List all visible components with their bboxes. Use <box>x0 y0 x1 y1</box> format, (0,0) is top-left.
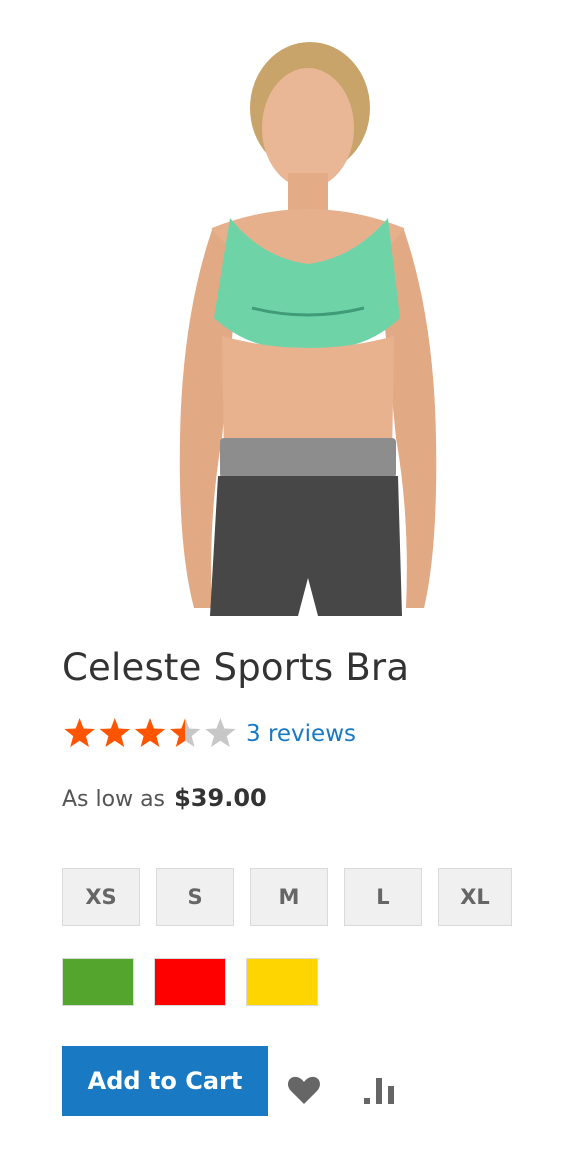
star-icon <box>134 718 166 747</box>
heart-icon[interactable] <box>286 1072 322 1108</box>
size-option-xs[interactable]: XS <box>62 868 140 926</box>
star-icon <box>205 718 236 747</box>
size-option-s[interactable]: S <box>156 868 234 926</box>
color-swatch-red[interactable] <box>154 958 226 1006</box>
price-value: $39.00 <box>174 784 267 812</box>
reviews-link[interactable]: 3 reviews <box>246 721 356 747</box>
star-icon <box>64 718 95 747</box>
rating-stars <box>62 716 238 752</box>
star-icon <box>169 718 201 747</box>
size-option-xl[interactable]: XL <box>438 868 512 926</box>
size-option-m[interactable]: M <box>250 868 328 926</box>
color-options <box>62 958 338 1006</box>
size-option-l[interactable]: L <box>344 868 422 926</box>
product-name[interactable]: Celeste Sports Bra <box>62 646 409 689</box>
bar-chart-icon[interactable] <box>360 1072 400 1108</box>
star-icon <box>99 718 131 747</box>
size-options: XS S M L XL <box>62 868 512 926</box>
rating-summary: 3 reviews <box>62 716 356 752</box>
price-label: As low as <box>62 787 166 812</box>
product-image[interactable] <box>62 18 522 624</box>
price-box: As low as $39.00 <box>62 784 267 812</box>
color-swatch-green[interactable] <box>62 958 134 1006</box>
add-to-cart-button[interactable]: Add to Cart <box>62 1046 268 1116</box>
color-swatch-yellow[interactable] <box>246 958 318 1006</box>
